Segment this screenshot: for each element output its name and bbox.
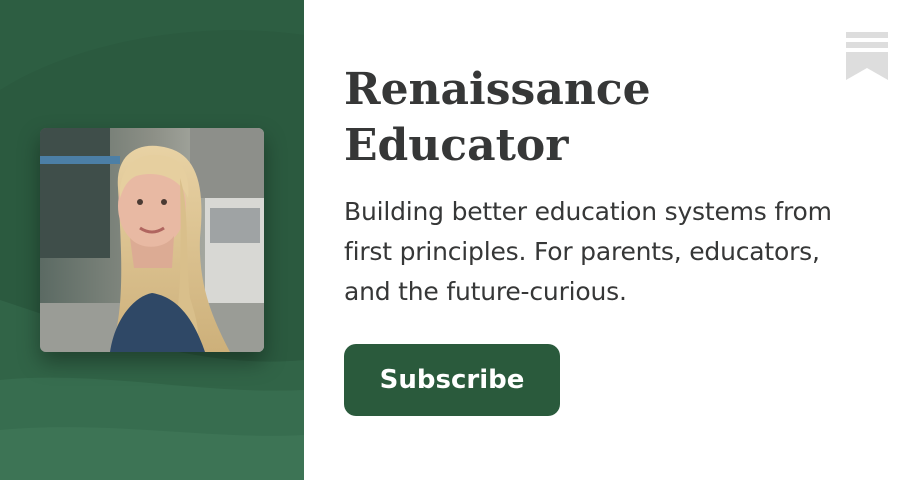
cover-panel (0, 0, 304, 480)
avatar (40, 128, 264, 352)
publication-description: Building better education systems from f… (344, 192, 884, 312)
bookmark-icon (846, 32, 888, 80)
publication-title: Renaissance Educator (344, 62, 764, 174)
title-line: Renaissance (344, 64, 651, 115)
description-line: and the future-curious. (344, 277, 627, 306)
description-line: Building better education systems from (344, 197, 832, 226)
details-panel: Renaissance Educator Building better edu… (304, 0, 920, 480)
description-line: first principles. For parents, educators… (344, 237, 820, 266)
subscribe-button[interactable]: Subscribe (344, 344, 560, 416)
author-photo (40, 128, 264, 352)
publication-card: Renaissance Educator Building better edu… (0, 0, 920, 480)
title-line: Educator (344, 120, 569, 171)
